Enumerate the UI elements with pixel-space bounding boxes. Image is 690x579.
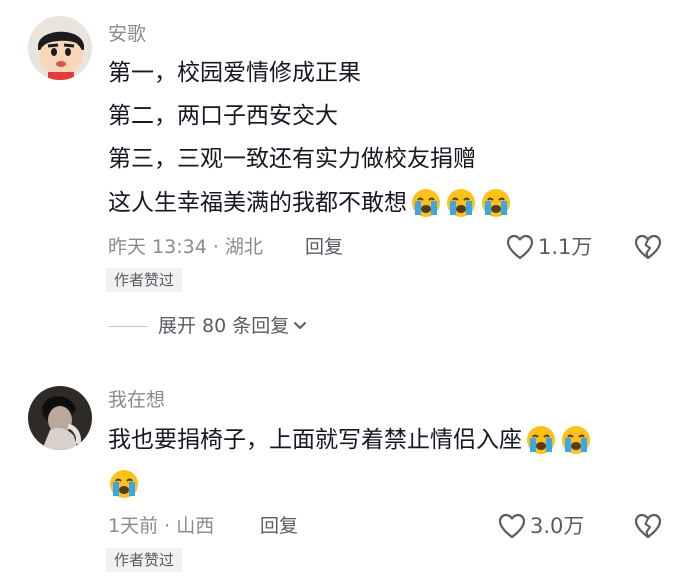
reply-button[interactable]: 回复 xyxy=(305,235,343,259)
like-button[interactable]: 1.1万 xyxy=(506,234,592,260)
comment-text-line-2: 第二，两口子西安交大 xyxy=(108,103,338,129)
comment-text-line-1: 我也要捐椅子，上面就写着禁止情侣入座 xyxy=(108,427,522,453)
broken-heart-icon xyxy=(634,513,662,539)
expand-replies-label: 展开 80 条回复 xyxy=(158,315,290,337)
comment-item: 我在想 我也要捐椅子，上面就写着禁止情侣入座 1天前 · 山西 回复 3.0万 … xyxy=(0,350,690,579)
comment-text-line: 我也要捐椅子，上面就写着禁止情侣入座 xyxy=(108,424,592,456)
comment-item: 安歌 第一，校园爱情修成正果 第二，两口子西安交大 第三，三观一致还有实力做校友… xyxy=(0,0,690,350)
like-count: 1.1万 xyxy=(538,235,593,259)
author-liked-badge: 作者赞过 xyxy=(106,548,183,572)
avatar[interactable] xyxy=(28,16,92,80)
broken-heart-icon xyxy=(634,234,662,260)
comment-text-line-4: 这人生幸福美满的我都不敢想 xyxy=(108,190,407,216)
comment-text-line: 这人生幸福美满的我都不敢想 xyxy=(108,187,512,219)
comment-time-location: 1天前 · 山西 xyxy=(108,515,215,537)
loudly-crying-face-icon xyxy=(560,424,592,456)
loudly-crying-face-icon xyxy=(108,468,140,500)
divider xyxy=(108,325,148,327)
comment-username[interactable]: 我在想 xyxy=(108,388,165,412)
heart-outline-icon xyxy=(506,234,534,260)
dislike-button[interactable] xyxy=(634,513,662,543)
comment-text-line: 第一，校园爱情修成正果 xyxy=(108,58,361,88)
comment-text-line-1: 第一，校园爱情修成正果 xyxy=(108,60,361,86)
dislike-button[interactable] xyxy=(634,234,662,264)
heart-outline-icon xyxy=(498,513,526,539)
comment-text-line xyxy=(108,468,140,500)
loudly-crying-face-icon xyxy=(410,187,442,219)
comment-text-line-3: 第三，三观一致还有实力做校友捐赠 xyxy=(108,146,476,172)
comment-time-location: 昨天 13:34 · 湖北 xyxy=(108,236,263,258)
crayon-shinchan-avatar-image xyxy=(28,16,92,80)
author-liked-badge: 作者赞过 xyxy=(106,268,183,292)
like-count: 3.0万 xyxy=(530,514,585,538)
expand-replies-button[interactable]: 展开 80 条回复 xyxy=(108,314,307,338)
chevron-down-icon xyxy=(294,322,307,329)
loudly-crying-face-icon xyxy=(480,187,512,219)
loudly-crying-face-icon xyxy=(525,424,557,456)
comment-text-line: 第三，三观一致还有实力做校友捐赠 xyxy=(108,144,476,174)
comment-text-line: 第二，两口子西安交大 xyxy=(108,101,338,131)
user-photo-avatar-image xyxy=(28,386,92,450)
reply-button[interactable]: 回复 xyxy=(260,514,298,538)
comment-username[interactable]: 安歌 xyxy=(108,22,146,46)
like-button[interactable]: 3.0万 xyxy=(498,513,584,539)
avatar[interactable] xyxy=(28,386,92,450)
loudly-crying-face-icon xyxy=(445,187,477,219)
